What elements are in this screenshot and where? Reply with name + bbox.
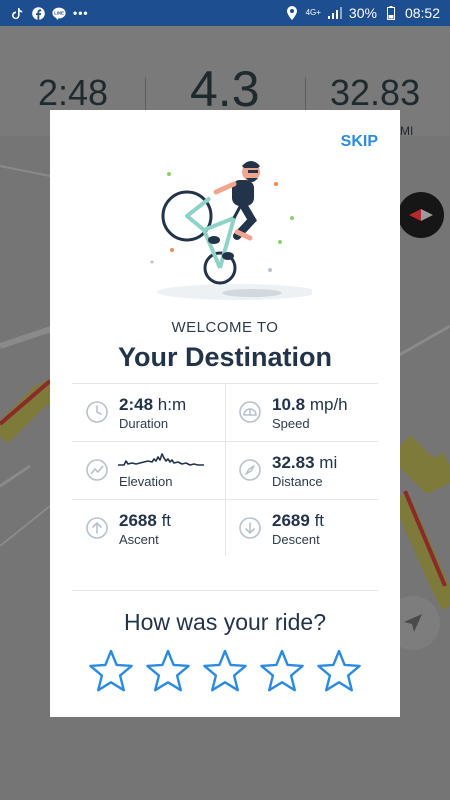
descent-value: 2689 ft (272, 511, 325, 530)
status-bar: LINE ••• 4G+ 30% 08:52 (0, 0, 450, 26)
speed-value: 10.8 mp/h (272, 395, 348, 414)
line-icon: LINE (52, 6, 66, 20)
ride-summary-dialog: SKIP WELCOME TO Your Destination 2:48 h:… (50, 110, 400, 717)
compass-icon (409, 209, 433, 221)
duration-label: Duration (119, 416, 169, 431)
compass-button[interactable] (398, 192, 444, 238)
bg-divider (145, 78, 146, 112)
ascent-label: Ascent (119, 532, 159, 547)
facebook-icon (31, 6, 45, 20)
elevation-icon (86, 459, 108, 481)
rating-question: How was your ride? (124, 609, 326, 635)
star-4-icon[interactable] (259, 648, 305, 694)
destination-title: Your Destination (117, 342, 332, 372)
more-dots-icon: ••• (73, 6, 89, 20)
ascent-value: 2688 ft (119, 511, 172, 530)
star-2-icon[interactable] (145, 648, 191, 694)
bg-ride-distance: 32.83 (330, 72, 421, 113)
status-bar-right: 4G+ 30% 08:52 (285, 5, 440, 21)
navigation-arrow-icon (404, 614, 422, 632)
stat-duration: 2:48 h:m Duration (72, 383, 225, 441)
arrow-down-icon (239, 517, 261, 539)
compass-distance-icon (239, 459, 261, 481)
status-time: 08:52 (404, 5, 440, 21)
speed-label: Speed (272, 416, 310, 431)
descent-label: Descent (272, 532, 320, 547)
elevation-label: Elevation (119, 474, 173, 489)
arrow-up-icon (86, 517, 108, 539)
stat-ascent: 2688 ft Ascent (72, 499, 225, 557)
status-bar-left: LINE ••• (10, 6, 89, 20)
section-divider (72, 590, 378, 591)
signal-icon (327, 6, 342, 20)
stat-distance: 32.83 mi Distance (225, 441, 378, 499)
ride-stats-grid: 2:48 h:m Duration 10.8 mp/h Speed Elevat… (72, 383, 378, 556)
star-5-icon[interactable] (316, 648, 362, 694)
cyclist-wheelie-illustration (150, 161, 312, 300)
bg-distance-unit: MI (400, 124, 414, 138)
speedometer-icon (239, 401, 261, 423)
clock-icon (86, 401, 108, 423)
star-rating (88, 648, 362, 694)
skip-button[interactable]: SKIP (341, 133, 378, 151)
star-3-icon[interactable] (202, 648, 248, 694)
distance-label: Distance (272, 474, 323, 489)
svg-text:LINE: LINE (54, 10, 64, 15)
bg-divider (305, 78, 306, 112)
star-1-icon[interactable] (88, 648, 134, 694)
stat-descent: 2689 ft Descent (225, 499, 378, 557)
network-type: 4G+ (305, 8, 321, 17)
stat-speed: 10.8 mp/h Speed (225, 383, 378, 441)
bg-ride-time: 2:48 (38, 72, 109, 113)
tiktok-icon (10, 6, 24, 20)
location-icon (285, 6, 299, 20)
elevation-profile-sparkline (118, 453, 204, 466)
welcome-text: WELCOME TO (171, 319, 279, 336)
battery-icon (384, 6, 398, 20)
stat-elevation: Elevation (72, 441, 225, 499)
distance-value: 32.83 mi (272, 453, 338, 472)
duration-value: 2:48 h:m (119, 395, 187, 414)
battery-percent: 30% (348, 5, 377, 21)
